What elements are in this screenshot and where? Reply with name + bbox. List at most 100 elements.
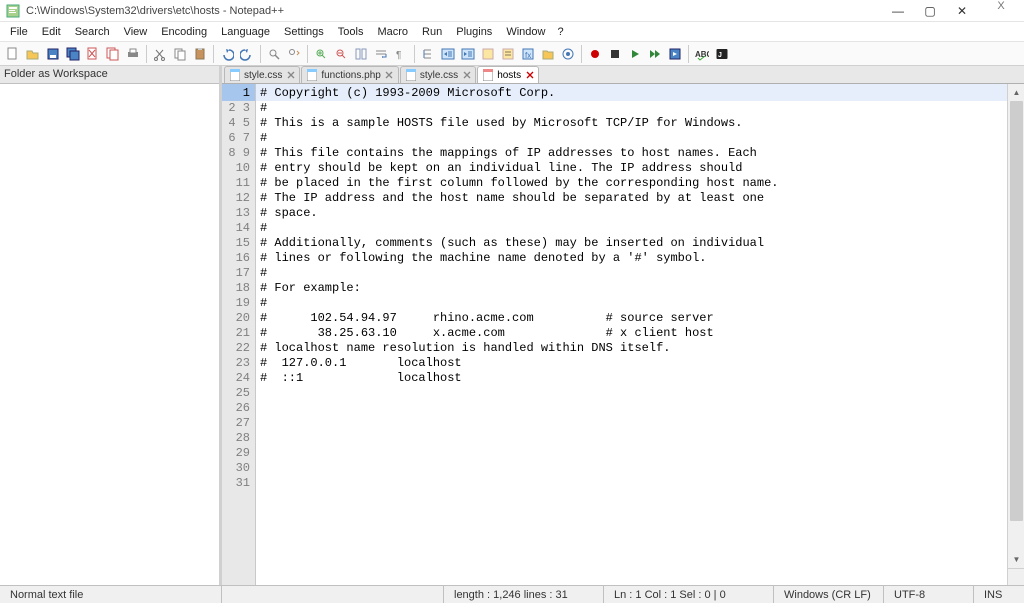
- app-icon: [6, 4, 20, 18]
- tab-style-css[interactable]: style.css: [224, 66, 300, 83]
- open-file-icon[interactable]: [24, 45, 42, 63]
- folder-workspace-panel: Folder as Workspace: [0, 66, 222, 585]
- menu-tools[interactable]: Tools: [332, 24, 370, 40]
- menu-file[interactable]: File: [4, 24, 34, 40]
- replace-icon[interactable]: [285, 45, 303, 63]
- menu-help[interactable]: ?: [553, 24, 567, 40]
- window-controls: — ▢ ✕ X: [882, 0, 1024, 22]
- tab-label: style.css: [244, 70, 282, 81]
- maximize-button[interactable]: ▢: [914, 0, 946, 22]
- sidebar-title: Folder as Workspace: [0, 66, 219, 84]
- cut-icon[interactable]: [151, 45, 169, 63]
- function-list-icon[interactable]: fx: [519, 45, 537, 63]
- separator: [260, 45, 261, 63]
- scroll-thumb[interactable]: [1010, 101, 1023, 521]
- menu-run[interactable]: Run: [416, 24, 448, 40]
- stop-macro-icon[interactable]: [606, 45, 624, 63]
- tab-label: style.css: [420, 70, 458, 81]
- copy-icon[interactable]: [171, 45, 189, 63]
- tab-label: hosts: [497, 70, 521, 81]
- folder-workspace-icon[interactable]: [539, 45, 557, 63]
- file-icon: [482, 69, 494, 81]
- save-all-icon[interactable]: [64, 45, 82, 63]
- doc-map-icon[interactable]: [479, 45, 497, 63]
- undo-icon[interactable]: [218, 45, 236, 63]
- indent-guide-icon[interactable]: [419, 45, 437, 63]
- svg-text:J: J: [718, 52, 722, 59]
- tab-functions-php[interactable]: functions.php: [301, 66, 399, 83]
- tab-hosts[interactable]: hosts: [477, 66, 539, 83]
- json-icon[interactable]: J: [713, 45, 731, 63]
- minimize-button[interactable]: —: [882, 0, 914, 22]
- record-macro-icon[interactable]: [586, 45, 604, 63]
- tab-strip: style.css functions.php style.css hosts: [222, 66, 1024, 84]
- file-icon: [306, 69, 318, 81]
- window-title: C:\Windows\System32\drivers\etc\hosts - …: [26, 5, 284, 17]
- scroll-up-icon[interactable]: ▲: [1008, 84, 1024, 101]
- show-all-chars-icon[interactable]: ¶: [392, 45, 410, 63]
- sync-scroll-icon[interactable]: [352, 45, 370, 63]
- menu-language[interactable]: Language: [215, 24, 276, 40]
- menu-search[interactable]: Search: [69, 24, 116, 40]
- status-spacer: [222, 586, 444, 603]
- wordwrap-icon[interactable]: [372, 45, 390, 63]
- menu-settings[interactable]: Settings: [278, 24, 330, 40]
- monitor-icon[interactable]: [559, 45, 577, 63]
- close-tab-icon[interactable]: [462, 71, 471, 80]
- code-content[interactable]: # Copyright (c) 1993-2009 Microsoft Corp…: [256, 84, 1007, 585]
- file-icon: [405, 69, 417, 81]
- editor-area: style.css functions.php style.css hosts 12 …: [222, 66, 1024, 585]
- separator: [414, 45, 415, 63]
- title-bar: C:\Windows\System32\drivers\etc\hosts - …: [0, 0, 1024, 22]
- svg-text:ABC: ABC: [695, 50, 709, 59]
- close-tab-icon[interactable]: [286, 71, 295, 80]
- find-icon[interactable]: [265, 45, 283, 63]
- tab-style-css[interactable]: style.css: [400, 66, 476, 83]
- indent-icon[interactable]: [459, 45, 477, 63]
- close-all-icon[interactable]: [104, 45, 122, 63]
- zoom-out-icon[interactable]: [332, 45, 350, 63]
- outdent-icon[interactable]: [439, 45, 457, 63]
- line-number-gutter[interactable]: 12 3 4 5 6 7 8 9 10 11 12 13 14 15 16 17…: [222, 84, 256, 585]
- new-file-icon[interactable]: [4, 45, 22, 63]
- extra-close[interactable]: X: [978, 0, 1024, 22]
- status-eol[interactable]: Windows (CR LF): [774, 586, 884, 603]
- separator: [307, 45, 308, 63]
- redo-icon[interactable]: [238, 45, 256, 63]
- menu-edit[interactable]: Edit: [36, 24, 67, 40]
- menu-encoding[interactable]: Encoding: [155, 24, 213, 40]
- scroll-corner: [1008, 568, 1024, 585]
- play-multi-icon[interactable]: [646, 45, 664, 63]
- scroll-down-icon[interactable]: ▼: [1008, 551, 1024, 568]
- print-icon[interactable]: [124, 45, 142, 63]
- status-filetype: Normal text file: [0, 586, 222, 603]
- zoom-in-icon[interactable]: [312, 45, 330, 63]
- status-encoding[interactable]: UTF-8: [884, 586, 974, 603]
- status-mode[interactable]: INS: [974, 586, 1024, 603]
- vertical-scrollbar[interactable]: ▲ ▼: [1007, 84, 1024, 585]
- separator: [146, 45, 147, 63]
- menu-view[interactable]: View: [118, 24, 154, 40]
- spellcheck-icon[interactable]: ABC: [693, 45, 711, 63]
- close-tab-icon[interactable]: [525, 71, 534, 80]
- close-button[interactable]: ✕: [946, 0, 978, 22]
- sidebar-body[interactable]: [0, 84, 219, 585]
- save-macro-icon[interactable]: [666, 45, 684, 63]
- toolbar: ¶ fx ABC J: [0, 42, 1024, 66]
- paste-icon[interactable]: [191, 45, 209, 63]
- separator: [581, 45, 582, 63]
- code-editor: 12 3 4 5 6 7 8 9 10 11 12 13 14 15 16 17…: [222, 84, 1024, 585]
- menu-plugins[interactable]: Plugins: [450, 24, 498, 40]
- separator: [213, 45, 214, 63]
- menu-bar: FileEditSearchViewEncodingLanguageSettin…: [0, 22, 1024, 42]
- svg-text:fx: fx: [525, 51, 531, 60]
- play-macro-icon[interactable]: [626, 45, 644, 63]
- save-icon[interactable]: [44, 45, 62, 63]
- doc-list-icon[interactable]: [499, 45, 517, 63]
- menu-macro[interactable]: Macro: [371, 24, 414, 40]
- menu-window[interactable]: Window: [500, 24, 551, 40]
- close-file-icon[interactable]: [84, 45, 102, 63]
- close-tab-icon[interactable]: [385, 71, 394, 80]
- file-icon: [229, 69, 241, 81]
- separator: [688, 45, 689, 63]
